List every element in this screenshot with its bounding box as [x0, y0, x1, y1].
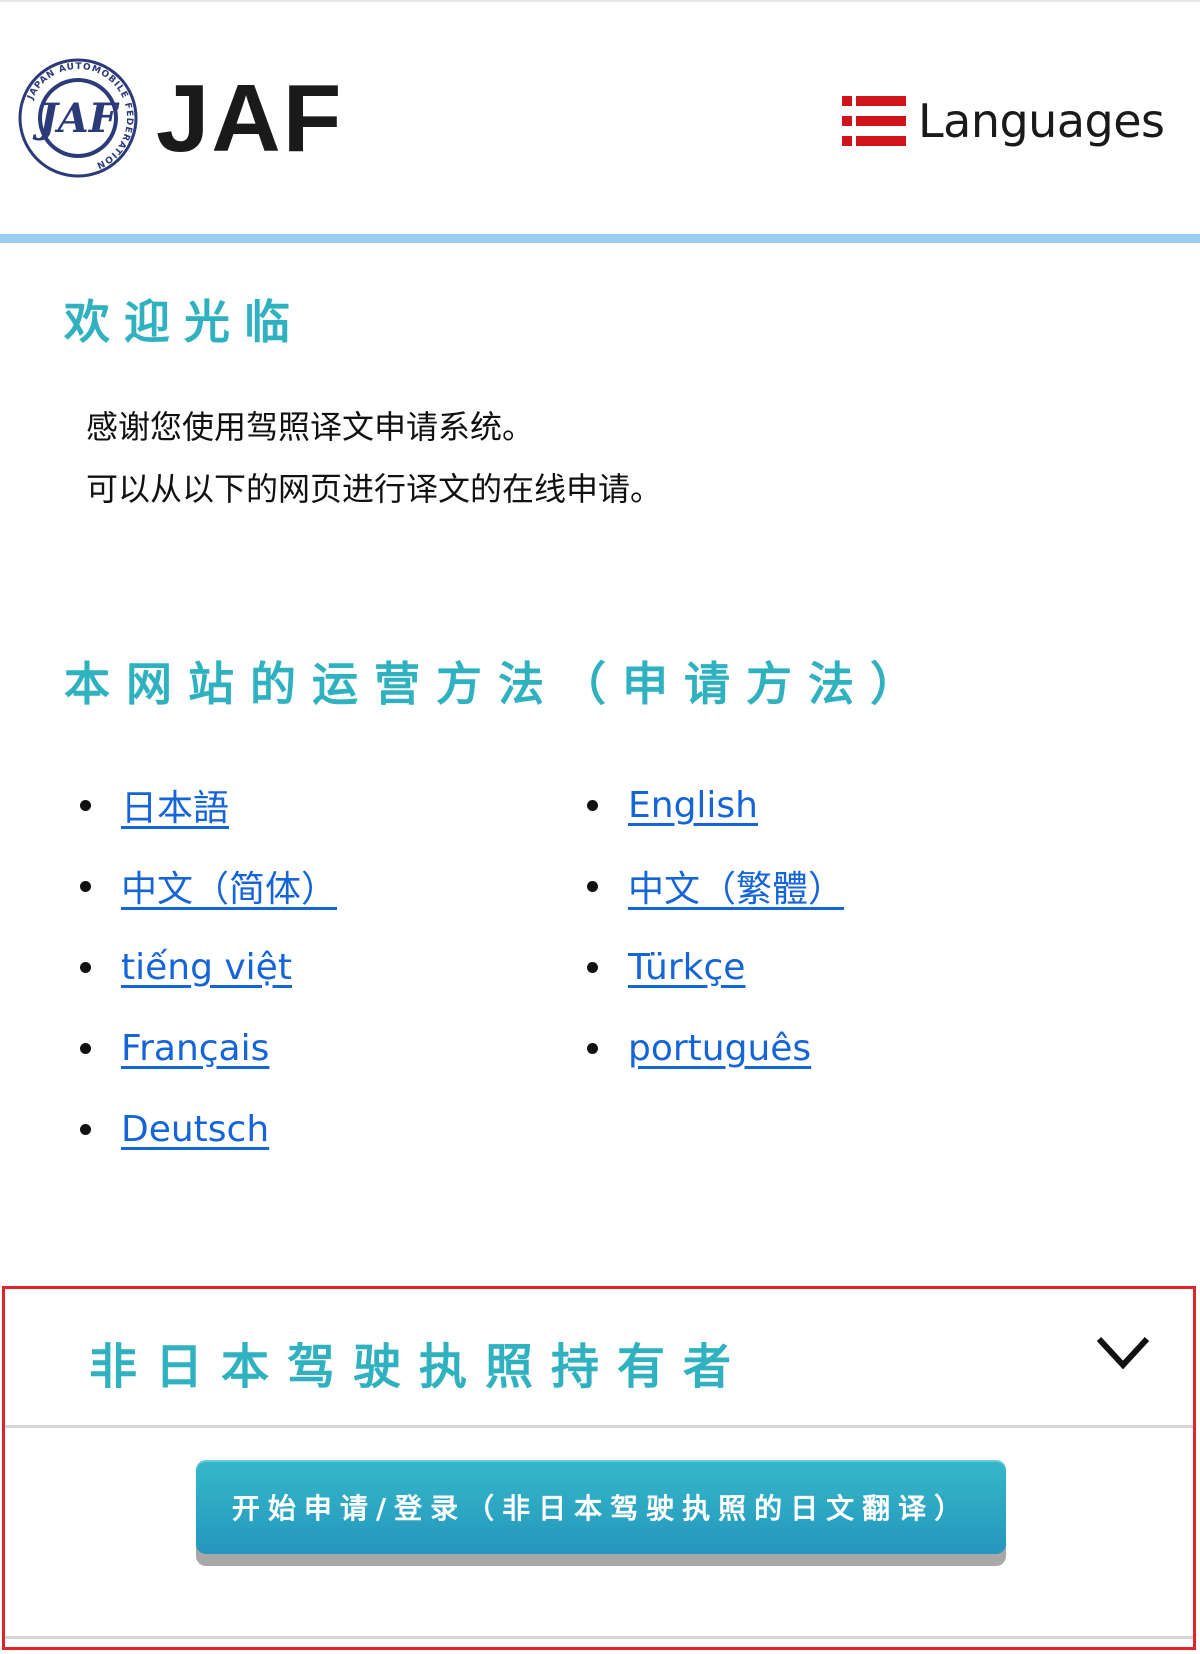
link-vietnamese[interactable]: tiếng việt — [121, 947, 292, 988]
link-english[interactable]: English — [628, 785, 758, 826]
languages-button[interactable]: Languages — [842, 90, 1172, 152]
link-german[interactable]: Deutsch — [121, 1109, 269, 1150]
bullet — [80, 799, 91, 811]
list-item: tiếng việt — [80, 942, 292, 992]
svg-text:JAF: JAF — [32, 95, 120, 142]
list-item: 中文（简体） — [80, 861, 337, 911]
bullet — [80, 1042, 91, 1054]
header-accent-bar — [0, 234, 1200, 243]
intro-text: 感谢您使用驾照译文申请系统。 可以从以下的网页进行译文的在线申请。 — [86, 396, 662, 520]
intro-line-2: 可以从以下的网页进行译文的在线申请。 — [86, 470, 663, 508]
divider — [5, 1425, 1193, 1428]
link-french[interactable]: Français — [121, 1028, 269, 1069]
site-header: JAF JAPAN AUTOMOBILE FEDERATION JAF Lang… — [0, 2, 1200, 234]
link-japanese[interactable]: 日本語 — [121, 779, 229, 831]
link-chinese-simplified[interactable]: 中文（简体） — [121, 860, 337, 912]
divider — [5, 1636, 1193, 1639]
list-item: português — [587, 1023, 811, 1073]
jaf-wordmark[interactable]: JAF — [156, 64, 343, 174]
list-item: English — [587, 780, 758, 830]
bullet — [80, 961, 91, 973]
bullet — [587, 1042, 598, 1054]
operation-method-title: 本网站的运营方法（申请方法） — [64, 657, 932, 711]
bullet — [587, 880, 598, 892]
foreign-license-title: 非日本驾驶执照持有者 — [89, 1339, 750, 1395]
link-portuguese[interactable]: português — [628, 1028, 811, 1069]
menu-flag-icon — [842, 96, 906, 146]
intro-line-1: 感谢您使用驾照译文申请系统。 — [86, 408, 535, 446]
bullet — [587, 799, 598, 811]
foreign-license-accordion-toggle[interactable]: 非日本驾驶执照持有者 — [5, 1289, 1193, 1425]
languages-label: Languages — [918, 94, 1165, 148]
welcome-title: 欢迎光临 — [64, 295, 304, 349]
list-item: Deutsch — [80, 1104, 269, 1154]
jaf-emblem-logo[interactable]: JAF JAPAN AUTOMOBILE FEDERATION — [18, 58, 138, 178]
list-item: Français — [80, 1023, 269, 1073]
list-item: Türkçe — [587, 942, 745, 992]
bullet — [80, 880, 91, 892]
foreign-license-section: 非日本驾驶执照持有者 开始申请/登录（非日本驾驶执照的日文翻译） — [2, 1286, 1196, 1650]
bullet — [587, 961, 598, 973]
link-chinese-traditional[interactable]: 中文（繁體） — [628, 860, 844, 912]
list-item: 中文（繁體） — [587, 861, 844, 911]
start-application-button[interactable]: 开始申请/登录（非日本驾驶执照的日文翻译） — [196, 1460, 1006, 1554]
list-item: 日本語 — [80, 780, 229, 830]
chevron-down-icon[interactable] — [1095, 1333, 1151, 1373]
link-turkish[interactable]: Türkçe — [628, 947, 745, 988]
method-language-list: 日本語 English 中文（简体） 中文（繁體） tiếng việt Tür… — [0, 780, 1200, 1160]
bullet — [80, 1123, 91, 1135]
